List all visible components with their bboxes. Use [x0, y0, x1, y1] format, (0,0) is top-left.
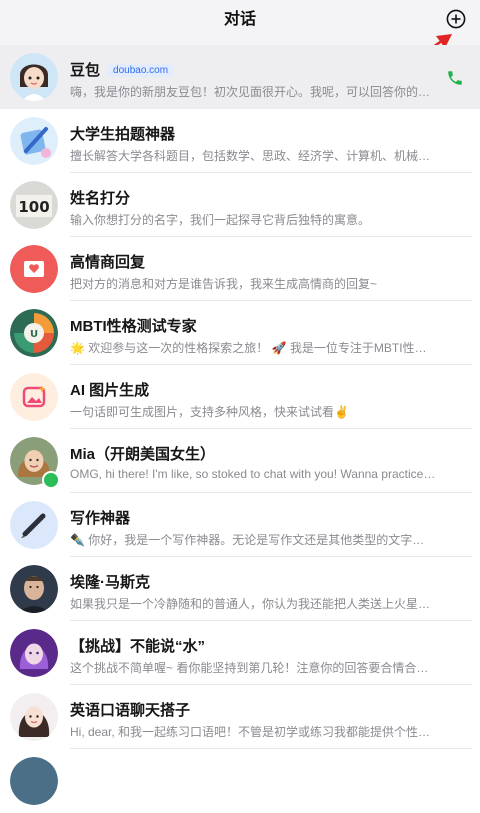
- conversation-name: Mia（开朗美国女生）: [70, 446, 216, 463]
- avatar-doubao: [10, 53, 58, 101]
- conversation-preview: 这个挑战不简单喔~ 看你能坚持到第几轮！注意你的回答要合情合理喔~...: [70, 661, 436, 675]
- conversation-preview: ✒️ 你好，我是一个写作神器。无论是写作文还是其他类型的文字创作，...: [70, 533, 436, 547]
- conversation-item[interactable]: 【挑战】不能说“水” 这个挑战不简单喔~ 看你能坚持到第几轮！注意你的回答要合情…: [0, 621, 480, 685]
- conversation-item[interactable]: Mia（开朗美国女生） OMG, hi there! I'm like, so …: [0, 429, 480, 493]
- conversation-preview: OMG, hi there! I'm like, so stoked to ch…: [70, 467, 436, 481]
- conversation-preview: 把对方的消息和对方是谁告诉我，我来生成高情商的回复~: [70, 277, 378, 291]
- conversation-name: 英语口语聊天搭子: [70, 702, 191, 719]
- conversation-item[interactable]: 大学生拍题神器 擅长解答大学各科题目，包括数学、思政、经济学、计算机、机械、法.…: [0, 109, 480, 173]
- site-badge: doubao.com: [108, 64, 174, 77]
- avatar-pen-icon: [10, 117, 58, 165]
- conversation-preview: 如果我只是一个冷静随和的普通人，你认为我还能把人类送上火星么？: [70, 597, 436, 611]
- add-circle-icon[interactable]: [446, 9, 466, 29]
- conversation-item[interactable]: 埃隆·马斯克 如果我只是一个冷静随和的普通人，你认为我还能把人类送上火星么？: [0, 557, 480, 621]
- svg-text:100: 100: [18, 198, 49, 216]
- conversation-name: 埃隆·马斯克: [70, 574, 150, 591]
- avatar-mbti-wheel-icon: U: [10, 309, 58, 357]
- avatar-partial: [10, 757, 58, 805]
- avatar-english-partner: [10, 693, 58, 741]
- conversation-preview: 输入你想打分的名字，我们一起探寻它背后独特的寓意。: [70, 213, 371, 227]
- conversation-name: 大学生拍题神器: [70, 126, 176, 143]
- svg-text:U: U: [30, 329, 38, 340]
- conversation-preview: 擅长解答大学各科题目，包括数学、思政、经济学、计算机、机械、法...: [70, 149, 436, 163]
- conversation-item[interactable]: 高情商回复 把对方的消息和对方是谁告诉我，我来生成高情商的回复~: [0, 237, 480, 301]
- avatar-elon: [10, 565, 58, 613]
- conversation-preview: Hi, dear, 和我一起练习口语吧！不管是初学或练习我都能提供个性化的学..…: [70, 725, 436, 739]
- conversation-list: 豆包 doubao.com 嗨，我是你的新朋友豆包！初次见面很开心。我呢，可以回答…: [0, 45, 480, 813]
- conversation-name: 【挑战】不能说“水”: [70, 638, 206, 655]
- conversation-item[interactable]: 100 姓名打分 输入你想打分的名字，我们一起探寻它背后独特的寓意。: [0, 173, 480, 237]
- conversation-item[interactable]: AI 图片生成 一句话即可生成图片，支持多种风格，快来试试看✌️: [0, 365, 480, 429]
- conversation-preview: 🌟 欢迎参与这一次的性格探索之旅！ 🚀 我是一位专注于MBTI性格类型...: [70, 341, 436, 355]
- conversation-name: AI 图片生成: [70, 382, 150, 399]
- conversation-name: MBTI性格测试专家: [70, 318, 197, 335]
- conversation-item[interactable]: 写作神器 ✒️ 你好，我是一个写作神器。无论是写作文还是其他类型的文字创作，..…: [0, 493, 480, 557]
- conversation-name: 高情商回复: [70, 254, 146, 271]
- conversation-item-partial[interactable]: [0, 749, 480, 813]
- conversation-item[interactable]: U MBTI性格测试专家 🌟 欢迎参与这一次的性格探索之旅！ 🚀 我是一位专注于…: [0, 301, 480, 365]
- phone-call-icon[interactable]: [446, 69, 464, 87]
- conversation-preview: 一句话即可生成图片，支持多种风格，快来试试看✌️: [70, 405, 349, 419]
- conversation-preview: 嗨，我是你的新朋友豆包！初次见面很开心。我呢，可以回答你的各种...: [70, 85, 436, 99]
- conversation-name: 姓名打分: [70, 190, 131, 207]
- avatar-heart-envelope-icon: [10, 245, 58, 293]
- avatar-score-100-icon: 100: [10, 181, 58, 229]
- conversation-name: 豆包 doubao.com: [70, 59, 174, 80]
- conversation-name: 写作神器: [70, 510, 131, 527]
- avatar-challenge: [10, 629, 58, 677]
- avatar-image-sparkle-icon: [10, 373, 58, 421]
- call-status-icon: [42, 471, 60, 489]
- conversation-item-doubao[interactable]: 豆包 doubao.com 嗨，我是你的新朋友豆包！初次见面很开心。我呢，可以回答…: [0, 45, 480, 109]
- avatar-fountain-pen-icon: [10, 501, 58, 549]
- conversation-item[interactable]: 英语口语聊天搭子 Hi, dear, 和我一起练习口语吧！不管是初学或练习我都能…: [0, 685, 480, 749]
